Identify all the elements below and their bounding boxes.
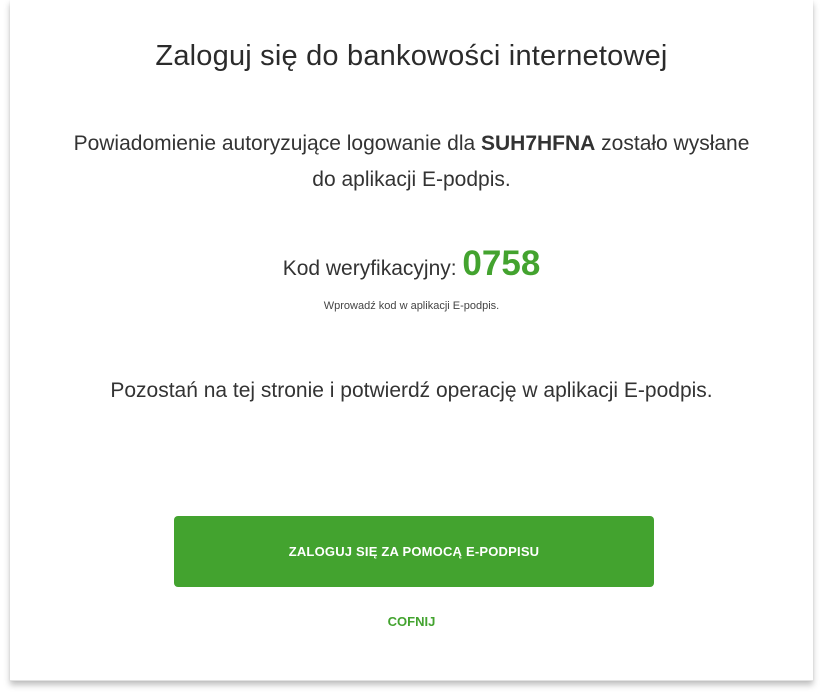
instruction-text: Pozostań na tej stronie i potwierdź oper… [110,379,713,402]
back-link[interactable]: COFNIJ [10,614,813,629]
message-text-start: Powiadomienie autoryzujące logowanie dla [73,132,481,155]
verification-hint: Wprowadź kod w aplikacji E-podpis. [323,300,500,312]
verification-code-row: Kod weryfikacyjny: 0758 [10,240,813,293]
page-title: Zaloguj się do bankowości internetowej [155,40,668,72]
verification-code: 0758 [462,244,541,283]
login-with-esignature-button[interactable]: ZALOGUJ SIĘ ZA POMOCĄ E-PODPISU [174,516,654,587]
login-card: Zaloguj się do bankowości internetowej P… [10,0,813,681]
verification-code-label: Kod weryfikacyjny: [282,257,463,280]
authorization-message: Powiadomienie autoryzujące logowanie dla… [70,126,753,198]
login-button-label: ZALOGUJ SIĘ ZA POMOCĄ E-PODPISU [288,544,540,559]
user-id: SUH7HFNA [481,132,596,155]
